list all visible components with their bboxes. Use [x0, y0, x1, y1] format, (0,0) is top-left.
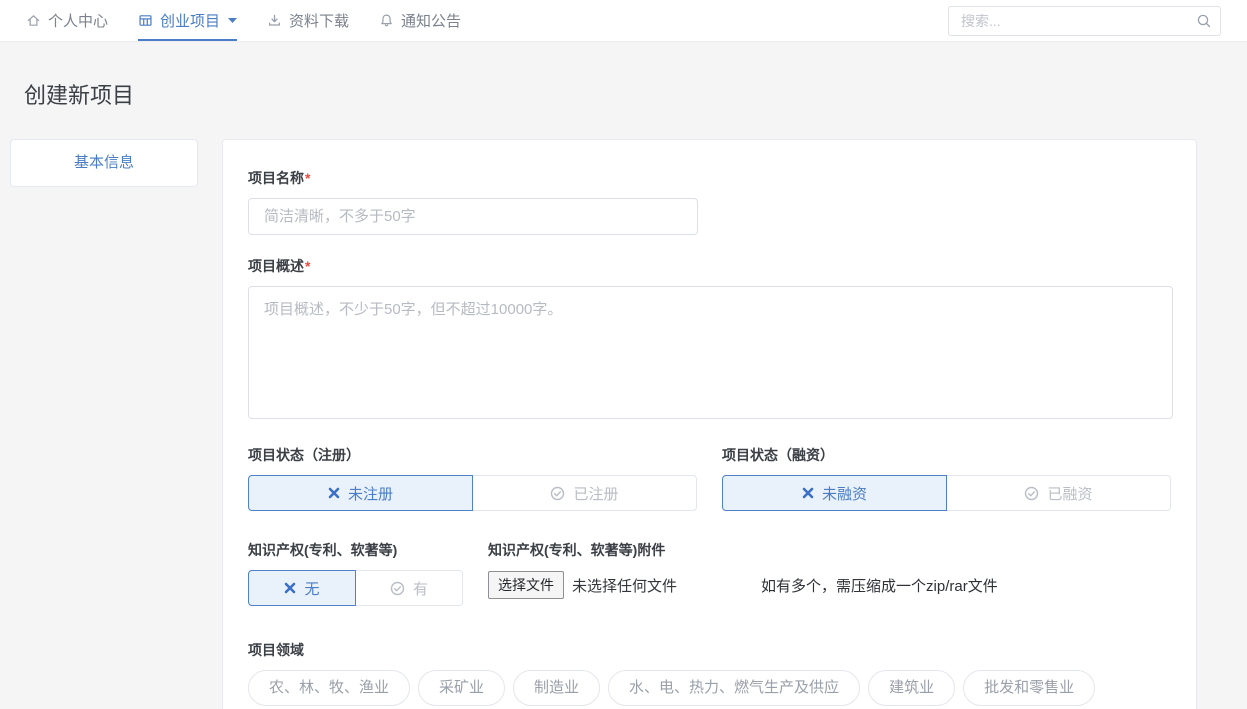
ip-label: 知识产权(专利、软著等): [248, 540, 488, 560]
toggle-label: 已融资: [1047, 483, 1092, 504]
search-input[interactable]: [948, 6, 1221, 36]
status-register-label: 项目状态（注册）: [248, 445, 697, 465]
toggle-label: 无: [304, 578, 319, 599]
status-funding-toggle-group: 未融资 已融资: [722, 475, 1171, 511]
nav-item-label: 通知公告: [401, 10, 461, 31]
toggle-label: 有: [413, 578, 428, 599]
toggle-not-registered[interactable]: 未注册: [248, 475, 473, 511]
field-pill[interactable]: 水、电、热力、燃气生产及供应: [608, 670, 860, 706]
sidebar: 基本信息: [10, 139, 198, 709]
project-field-section: 项目领域 农、林、牧、渔业 采矿业 制造业 水、电、热力、燃气生产及供应 建筑业…: [248, 640, 1171, 709]
download-icon: [267, 13, 282, 28]
nav-item-label: 个人中心: [48, 10, 108, 31]
project-status-row: 项目状态（注册） 未注册 已注册: [248, 445, 1171, 511]
search-box: [948, 6, 1221, 36]
required-asterisk: *: [305, 258, 310, 274]
project-name-label: 项目名称*: [248, 168, 1171, 188]
project-field-options: 农、林、牧、渔业 采矿业 制造业 水、电、热力、燃气生产及供应 建筑业 批发和零…: [248, 670, 1188, 709]
file-status-text: 未选择任何文件: [572, 575, 677, 596]
ip-field: 知识产权(专利、软著等) 无 有: [248, 540, 488, 606]
status-register-field: 项目状态（注册） 未注册 已注册: [248, 445, 697, 511]
nav-item-label: 资料下载: [289, 10, 349, 31]
bell-icon: [379, 13, 394, 28]
toggle-ip-none[interactable]: 无: [248, 570, 356, 606]
home-icon: [26, 13, 41, 28]
field-pill[interactable]: 批发和零售业: [963, 670, 1095, 706]
toggle-not-funded[interactable]: 未融资: [722, 475, 947, 511]
status-funding-field: 项目状态（融资） 未融资 已融资: [722, 445, 1171, 511]
ip-toggle-group: 无 有: [248, 570, 463, 606]
nav-item-notices[interactable]: 通知公告: [379, 0, 461, 41]
x-icon: [802, 487, 814, 499]
x-icon: [328, 487, 340, 499]
toggle-label: 未注册: [348, 483, 393, 504]
check-circle-icon: [390, 581, 405, 596]
sidebar-item-label: 基本信息: [74, 154, 134, 171]
ip-row: 知识产权(专利、软著等) 无 有: [248, 540, 1171, 606]
toggle-registered[interactable]: 已注册: [472, 475, 697, 511]
check-circle-icon: [550, 486, 565, 501]
project-field-label: 项目领域: [248, 640, 1171, 660]
field-pill[interactable]: 采矿业: [418, 670, 505, 706]
toggle-label: 未融资: [822, 483, 867, 504]
toggle-funded[interactable]: 已融资: [946, 475, 1171, 511]
file-note-text: 如有多个，需压缩成一个zip/rar文件: [761, 575, 998, 596]
project-overview-label: 项目概述*: [248, 256, 1171, 276]
nav-item-startup-projects[interactable]: 创业项目: [138, 0, 237, 41]
choose-file-button[interactable]: 选择文件: [488, 571, 564, 599]
search-icon[interactable]: [1196, 13, 1212, 34]
project-overview-field: 项目概述*: [248, 256, 1171, 424]
nav-item-label: 创业项目: [160, 10, 220, 31]
table-icon: [138, 13, 153, 28]
required-asterisk: *: [305, 170, 310, 186]
project-overview-textarea[interactable]: [248, 286, 1173, 419]
ip-attachment-label: 知识产权(专利、软著等)附件: [488, 540, 998, 560]
toggle-ip-has[interactable]: 有: [355, 570, 463, 606]
field-pill[interactable]: 农、林、牧、渔业: [248, 670, 410, 706]
form-panel: 项目名称* 项目概述* 项目状态（注册） 未注册: [222, 139, 1197, 709]
project-name-field: 项目名称*: [248, 168, 1171, 235]
page-title: 创建新项目: [24, 78, 1247, 110]
nav-item-downloads[interactable]: 资料下载: [267, 0, 349, 41]
status-funding-label: 项目状态（融资）: [722, 445, 1171, 465]
field-pill[interactable]: 制造业: [513, 670, 600, 706]
field-pill[interactable]: 建筑业: [868, 670, 955, 706]
sidebar-item-basic-info[interactable]: 基本信息: [10, 139, 198, 187]
caret-down-icon: [228, 18, 237, 23]
ip-attachment-field: 知识产权(专利、软著等)附件 选择文件 未选择任何文件 如有多个，需压缩成一个z…: [488, 540, 998, 606]
file-input-row: 选择文件 未选择任何文件 如有多个，需压缩成一个zip/rar文件: [488, 571, 998, 599]
main-layout: 基本信息 项目名称* 项目概述* 项目状态（注册）: [0, 139, 1247, 709]
x-icon: [284, 582, 296, 594]
nav-item-personal-center[interactable]: 个人中心: [26, 0, 108, 41]
project-name-input[interactable]: [248, 198, 698, 235]
check-circle-icon: [1024, 486, 1039, 501]
toggle-label: 已注册: [573, 483, 618, 504]
status-register-toggle-group: 未注册 已注册: [248, 475, 697, 511]
top-navbar: 个人中心 创业项目 资料下载 通知公告: [0, 0, 1247, 42]
